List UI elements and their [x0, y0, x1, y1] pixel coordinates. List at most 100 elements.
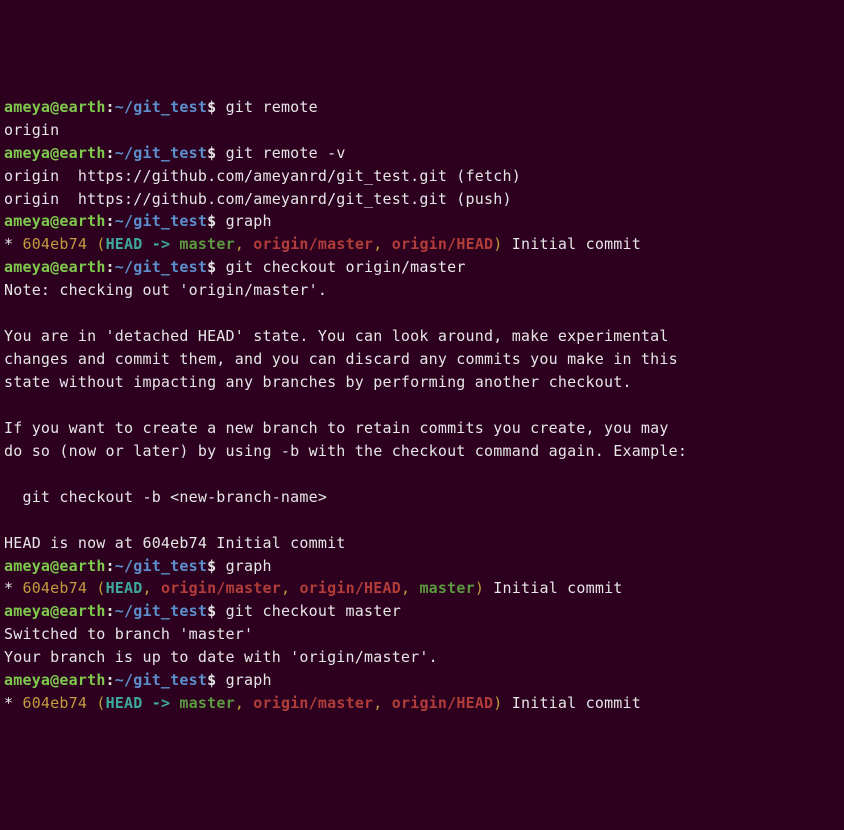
prompt-user: ameya [4, 212, 50, 230]
remote-ref: origin/master [253, 235, 373, 253]
branch-name: master [419, 579, 474, 597]
commit-message: Initial commit [503, 235, 641, 253]
paren-close: ) [475, 579, 484, 597]
output-text: Note: checking out 'origin/master'. [4, 281, 327, 299]
output-line: changes and commit them, and you can dis… [4, 348, 840, 371]
prompt-user: ameya [4, 258, 50, 276]
prompt-line: ameya@earth:~/git_test$ graph [4, 555, 840, 578]
prompt-at: @ [50, 144, 59, 162]
output-line [4, 509, 840, 532]
prompt-colon: : [106, 557, 115, 575]
commit-hash: 604eb74 [22, 579, 87, 597]
prompt-dollar: $ [207, 144, 225, 162]
prompt-user: ameya [4, 671, 50, 689]
prompt-host: earth [59, 98, 105, 116]
comma: , [401, 579, 419, 597]
prompt-colon: : [106, 671, 115, 689]
output-line: Your branch is up to date with 'origin/m… [4, 646, 840, 669]
terminal[interactable]: ameya@earth:~/git_test$ git remoteorigin… [4, 96, 840, 715]
prompt-host: earth [59, 557, 105, 575]
output-line [4, 463, 840, 486]
prompt-path: ~/git_test [115, 98, 207, 116]
prompt-at: @ [50, 212, 59, 230]
commit-hash: 604eb74 [22, 694, 87, 712]
head-label: HEAD [106, 579, 143, 597]
prompt-dollar: $ [207, 258, 225, 276]
prompt-path: ~/git_test [115, 258, 207, 276]
paren-close: ) [493, 694, 502, 712]
prompt-user: ameya [4, 98, 50, 116]
comma: , [235, 235, 253, 253]
prompt-path: ~/git_test [115, 671, 207, 689]
paren-close: ) [493, 235, 502, 253]
output-text: You are in 'detached HEAD' state. You ca… [4, 327, 669, 345]
prompt-line: ameya@earth:~/git_test$ graph [4, 210, 840, 233]
output-text [4, 465, 13, 483]
git-graph-line: * 604eb74 (HEAD, origin/master, origin/H… [4, 577, 840, 600]
prompt-host: earth [59, 144, 105, 162]
output-line: origin https://github.com/ameyanrd/git_t… [4, 165, 840, 188]
prompt-at: @ [50, 602, 59, 620]
output-text [4, 396, 13, 414]
output-line: Switched to branch 'master' [4, 623, 840, 646]
output-text [4, 304, 13, 322]
graph-bullet: * [4, 579, 22, 597]
comma: , [235, 694, 253, 712]
prompt-path: ~/git_test [115, 602, 207, 620]
command-text[interactable]: git checkout master [226, 602, 401, 620]
paren-open: ( [87, 694, 105, 712]
prompt-at: @ [50, 671, 59, 689]
branch-name: master [179, 694, 234, 712]
commit-hash: 604eb74 [22, 235, 87, 253]
branch-name: master [179, 235, 234, 253]
command-text[interactable]: graph [226, 557, 272, 575]
output-line: state without impacting any branches by … [4, 371, 840, 394]
output-line: origin https://github.com/ameyanrd/git_t… [4, 188, 840, 211]
command-text[interactable]: graph [226, 212, 272, 230]
prompt-colon: : [106, 212, 115, 230]
prompt-line: ameya@earth:~/git_test$ git checkout mas… [4, 600, 840, 623]
commit-message: Initial commit [503, 694, 641, 712]
head-label: HEAD -> [106, 235, 180, 253]
output-text: origin [4, 121, 59, 139]
comma: , [373, 235, 391, 253]
remote-ref: origin/HEAD [392, 235, 494, 253]
output-line: do so (now or later) by using -b with th… [4, 440, 840, 463]
graph-bullet: * [4, 694, 22, 712]
output-line: If you want to create a new branch to re… [4, 417, 840, 440]
prompt-host: earth [59, 671, 105, 689]
command-text[interactable]: git remote -v [226, 144, 346, 162]
prompt-line: ameya@earth:~/git_test$ git remote [4, 96, 840, 119]
output-line: HEAD is now at 604eb74 Initial commit [4, 532, 840, 555]
output-line [4, 302, 840, 325]
output-text: git checkout -b <new-branch-name> [4, 488, 327, 506]
prompt-user: ameya [4, 557, 50, 575]
prompt-colon: : [106, 258, 115, 276]
output-line: You are in 'detached HEAD' state. You ca… [4, 325, 840, 348]
prompt-colon: : [106, 602, 115, 620]
prompt-colon: : [106, 144, 115, 162]
graph-bullet: * [4, 235, 22, 253]
command-text[interactable]: graph [226, 671, 272, 689]
git-graph-line: * 604eb74 (HEAD -> master, origin/master… [4, 233, 840, 256]
commit-message: Initial commit [484, 579, 622, 597]
output-line [4, 394, 840, 417]
command-text[interactable]: git remote [226, 98, 318, 116]
remote-ref: origin/master [161, 579, 281, 597]
command-text[interactable]: git checkout origin/master [226, 258, 466, 276]
comma: , [281, 579, 299, 597]
prompt-path: ~/git_test [115, 557, 207, 575]
prompt-path: ~/git_test [115, 212, 207, 230]
output-text: origin https://github.com/ameyanrd/git_t… [4, 190, 512, 208]
output-line: git checkout -b <new-branch-name> [4, 486, 840, 509]
remote-ref: origin/master [253, 694, 373, 712]
comma: , [373, 694, 391, 712]
output-text: Switched to branch 'master' [4, 625, 253, 643]
prompt-at: @ [50, 98, 59, 116]
prompt-dollar: $ [207, 557, 225, 575]
prompt-dollar: $ [207, 98, 225, 116]
remote-ref: origin/HEAD [392, 694, 494, 712]
prompt-line: ameya@earth:~/git_test$ git remote -v [4, 142, 840, 165]
prompt-line: ameya@earth:~/git_test$ git checkout ori… [4, 256, 840, 279]
output-text: origin https://github.com/ameyanrd/git_t… [4, 167, 521, 185]
